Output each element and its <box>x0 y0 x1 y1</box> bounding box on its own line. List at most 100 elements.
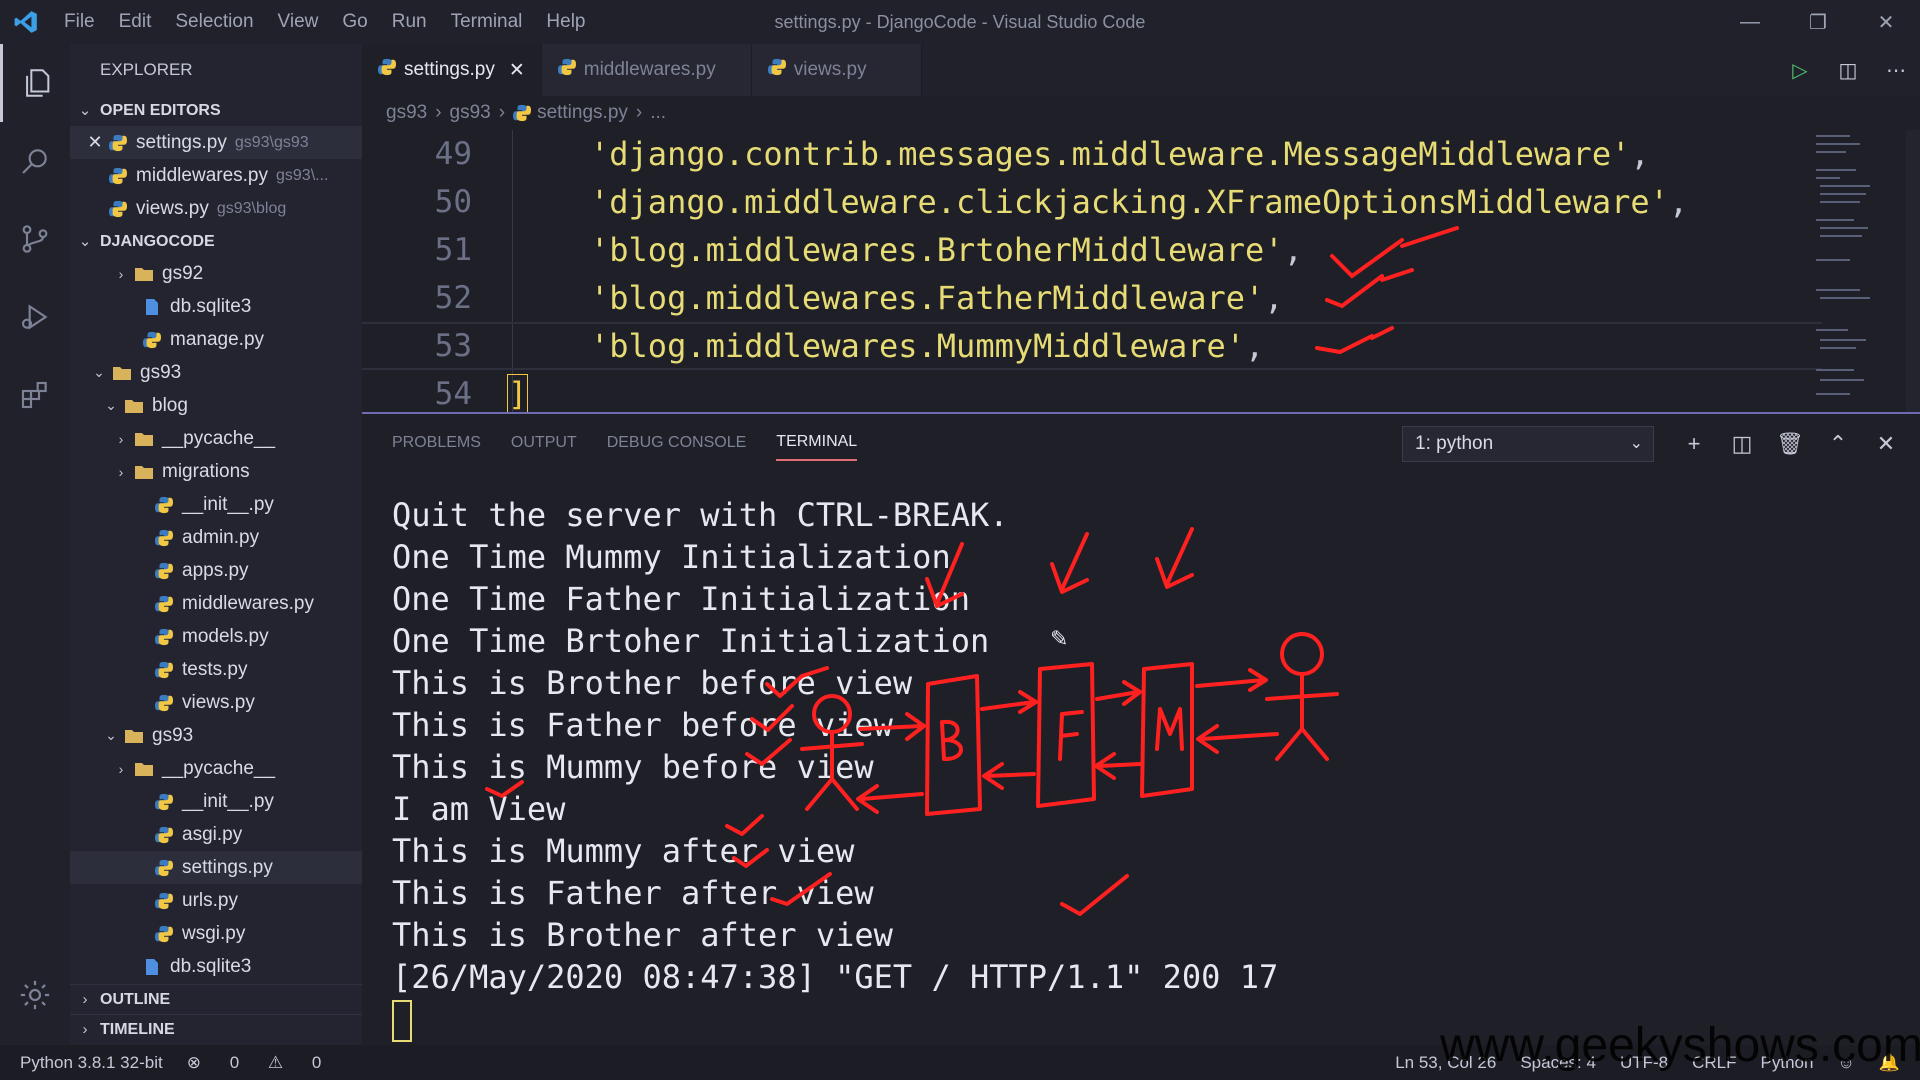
tree-item[interactable]: › migrations <box>70 455 362 488</box>
breadcrumb-item[interactable]: settings.py <box>537 102 628 124</box>
search-icon[interactable] <box>0 122 70 200</box>
menu-go[interactable]: Go <box>330 0 379 44</box>
split-terminal-icon[interactable]: ◫ <box>1718 424 1766 464</box>
tree-item-label: asgi.py <box>182 823 243 845</box>
terminal-select[interactable]: 1: python ⌄ <box>1402 426 1654 462</box>
code-editor[interactable]: 49 'django.contrib.messages.middleware.M… <box>362 130 1920 412</box>
tree-item[interactable]: › __pycache__ <box>70 752 362 785</box>
tree-item[interactable]: urls.py <box>70 884 362 917</box>
python-file-icon <box>152 495 176 515</box>
python-file-icon <box>152 858 176 878</box>
project-section[interactable]: ⌄ DJANGOCODE <box>70 227 362 257</box>
tab-settings[interactable]: settings.py ✕ <box>362 44 542 96</box>
more-actions-icon[interactable]: ⋯ <box>1872 58 1920 83</box>
tree-item-label: wsgi.py <box>182 922 246 944</box>
menu-selection[interactable]: Selection <box>163 0 265 44</box>
tab-debug-console[interactable]: DEBUG CONSOLE <box>607 426 747 460</box>
python-file-icon <box>152 924 176 944</box>
tree-item[interactable]: ⌄ gs93 <box>70 719 362 752</box>
tree-item-label: views.py <box>182 691 255 713</box>
outline-section[interactable]: › OUTLINE <box>70 984 362 1014</box>
open-editor-item[interactable]: views.py gs93\blog <box>70 192 362 225</box>
tree-item[interactable]: ⌄ blog <box>70 389 362 422</box>
tree-item[interactable]: admin.py <box>70 521 362 554</box>
tab-problems[interactable]: PROBLEMS <box>392 426 481 460</box>
terminal-line: [26/May/2020 08:47:38] "GET / HTTP/1.1" … <box>392 958 1279 996</box>
breadcrumb-item[interactable]: gs93 <box>386 102 427 124</box>
menu-file[interactable]: File <box>52 0 107 44</box>
python-file-icon <box>557 58 576 82</box>
close-tab-icon[interactable]: ✕ <box>509 59 525 82</box>
tree-item[interactable]: › __pycache__ <box>70 422 362 455</box>
checkmark-annotation <box>1330 226 1459 279</box>
folder-icon <box>132 429 156 449</box>
tree-item[interactable]: models.py <box>70 620 362 653</box>
close-icon[interactable]: ✕ <box>84 132 106 153</box>
open-editors-label: OPEN EDITORS <box>100 102 221 119</box>
terminal-cursor <box>392 1000 412 1042</box>
explorer-icon[interactable] <box>0 44 70 122</box>
tree-item-label: gs92 <box>162 262 204 284</box>
restore-icon[interactable]: ❐ <box>1784 0 1852 44</box>
chevron-down-icon: ⌄ <box>1629 435 1643 452</box>
vertical-scrollbar[interactable] <box>1906 130 1920 412</box>
terminal-line: This is Brother before view <box>392 664 913 702</box>
terminal-output[interactable]: Quit the server with CTRL-BREAK. One Tim… <box>392 494 1278 1042</box>
problems-indicator[interactable]: ⊗ 0 ⚠ 0 <box>187 1053 346 1073</box>
terminal-line: One Time Father Initialization <box>392 580 970 618</box>
tab-views[interactable]: views.py <box>751 44 922 96</box>
run-debug-icon[interactable] <box>0 278 70 356</box>
python-file-icon <box>140 330 164 350</box>
python-interpreter[interactable]: Python 3.8.1 32-bit <box>20 1053 163 1073</box>
new-terminal-icon[interactable]: + <box>1670 424 1718 464</box>
trash-icon[interactable]: 🗑 <box>1766 424 1814 464</box>
tab-terminal[interactable]: TERMINAL <box>776 425 858 461</box>
tab-middlewares[interactable]: middlewares.py <box>541 44 752 96</box>
menu-run[interactable]: Run <box>380 0 439 44</box>
tree-item[interactable]: asgi.py <box>70 818 362 851</box>
open-editor-item[interactable]: ✕ settings.py gs93\gs93 <box>70 126 362 159</box>
explorer-sidebar: EXPLORER ⌄ OPEN EDITORS ✕ settings.py gs… <box>70 44 362 1045</box>
tree-item[interactable]: __init__.py <box>70 785 362 818</box>
tree-item[interactable]: settings.py <box>70 851 362 884</box>
tree-item[interactable]: ⌄ gs93 <box>70 356 362 389</box>
terminal-line: This is Father after view <box>392 874 874 912</box>
tab-label: settings.py <box>404 59 495 80</box>
tree-item[interactable]: › gs92 <box>70 257 362 290</box>
tree-item[interactable]: wsgi.py <box>70 917 362 950</box>
tree-item[interactable]: apps.py <box>70 554 362 587</box>
menu-help[interactable]: Help <box>534 0 597 44</box>
error-count: 0 <box>229 1052 240 1072</box>
maximize-panel-icon[interactable]: ⌃ <box>1814 424 1862 464</box>
breadcrumb-item[interactable]: gs93 <box>450 102 491 124</box>
split-editor-icon[interactable]: ◫ <box>1824 58 1872 83</box>
tree-item[interactable]: views.py <box>70 686 362 719</box>
extensions-icon[interactable] <box>0 356 70 434</box>
timeline-section[interactable]: › TIMELINE <box>70 1014 362 1044</box>
close-panel-icon[interactable]: ✕ <box>1862 424 1910 464</box>
source-control-icon[interactable] <box>0 200 70 278</box>
tree-item[interactable]: __init__.py <box>70 488 362 521</box>
menu-terminal[interactable]: Terminal <box>439 0 535 44</box>
tree-item-label: apps.py <box>182 559 249 581</box>
open-editors-section[interactable]: ⌄ OPEN EDITORS <box>70 96 362 126</box>
breadcrumb-item[interactable]: ... <box>650 102 666 124</box>
close-window-icon[interactable]: ✕ <box>1852 0 1920 44</box>
menu-edit[interactable]: Edit <box>107 0 164 44</box>
pencil-cursor-icon: ✎ <box>1050 626 1069 651</box>
tab-output[interactable]: OUTPUT <box>511 426 577 460</box>
tree-item[interactable]: db.sqlite3 <box>70 290 362 323</box>
run-file-icon[interactable]: ▷ <box>1776 58 1824 83</box>
python-file-icon <box>767 58 786 82</box>
tree-item[interactable]: middlewares.py <box>70 587 362 620</box>
minimap[interactable] <box>1810 130 1890 412</box>
tree-item[interactable]: manage.py <box>70 323 362 356</box>
tree-item[interactable]: tests.py <box>70 653 362 686</box>
chevron-right-icon: › <box>82 1020 88 1038</box>
tree-item-label: blog <box>152 394 188 416</box>
minimize-icon[interactable]: — <box>1716 0 1784 44</box>
open-editor-item[interactable]: middlewares.py gs93\... <box>70 159 362 192</box>
tree-item[interactable]: db.sqlite3 <box>70 950 362 983</box>
settings-gear-icon[interactable] <box>0 965 70 1025</box>
menu-view[interactable]: View <box>266 0 331 44</box>
